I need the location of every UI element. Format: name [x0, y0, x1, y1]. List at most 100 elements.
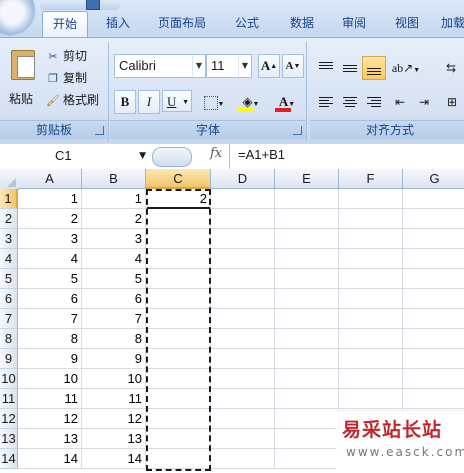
cell-f2[interactable] [339, 209, 403, 229]
italic-button[interactable]: I [138, 90, 160, 114]
tab-view[interactable]: 视图 [386, 11, 428, 35]
insert-function-icon[interactable]: fx [210, 146, 222, 161]
cell-d13[interactable] [211, 429, 275, 449]
cell-g4[interactable] [403, 249, 464, 269]
cell-g6[interactable] [403, 289, 464, 309]
chevron-down-icon[interactable]: ▼ [238, 55, 251, 77]
increase-indent-button[interactable]: ⇥ [412, 90, 436, 114]
cell-b9[interactable]: 9 [82, 349, 146, 369]
font-dialog-launcher-icon[interactable] [293, 126, 302, 135]
tab-review[interactable]: 审阅 [333, 11, 375, 35]
cell-b2[interactable]: 2 [82, 209, 146, 229]
cell-b4[interactable]: 4 [82, 249, 146, 269]
cell-f9[interactable] [339, 349, 403, 369]
row-header-7[interactable]: 7 [0, 309, 18, 329]
font-name-combo[interactable]: Calibri ▼ [114, 54, 206, 78]
cell-g11[interactable] [403, 389, 464, 409]
column-header-c[interactable]: C [146, 169, 211, 189]
cell-b13[interactable]: 13 [82, 429, 146, 449]
cell-a3[interactable]: 3 [18, 229, 82, 249]
chevron-down-icon[interactable]: ▼ [253, 100, 260, 108]
cell-d1[interactable] [211, 189, 275, 209]
tab-formulas[interactable]: 公式 [226, 11, 268, 35]
cell-g5[interactable] [403, 269, 464, 289]
cell-a12[interactable]: 12 [18, 409, 82, 429]
format-painter-button[interactable]: 🖌 格式刷 [46, 91, 99, 109]
row-header-2[interactable]: 2 [0, 209, 18, 229]
chevron-down-icon[interactable]: ▼ [218, 100, 225, 108]
cell-d4[interactable] [211, 249, 275, 269]
shrink-font-button[interactable]: A▼ [282, 54, 304, 78]
cell-a13[interactable]: 13 [18, 429, 82, 449]
chevron-down-icon[interactable]: ▼ [139, 146, 146, 166]
chevron-down-icon[interactable]: ▼ [192, 55, 205, 77]
align-right-button[interactable] [362, 90, 386, 114]
name-box[interactable]: C1 ▼ [0, 146, 150, 166]
cell-e3[interactable] [275, 229, 339, 249]
cell-a6[interactable]: 6 [18, 289, 82, 309]
column-header-e[interactable]: E [275, 169, 339, 189]
formula-bar-expander[interactable] [152, 147, 192, 167]
wrap-text-button[interactable]: ⇆ [438, 56, 464, 80]
bold-button[interactable]: B [114, 90, 136, 114]
cell-e10[interactable] [275, 369, 339, 389]
cell-e12[interactable] [275, 409, 339, 429]
cell-f11[interactable] [339, 389, 403, 409]
cell-e7[interactable] [275, 309, 339, 329]
formula-input[interactable]: =A1+B1 [238, 147, 285, 162]
cell-b10[interactable]: 10 [82, 369, 146, 389]
row-header-4[interactable]: 4 [0, 249, 18, 269]
borders-button[interactable]: ▼ [198, 90, 230, 114]
cell-a11[interactable]: 11 [18, 389, 82, 409]
cell-e11[interactable] [275, 389, 339, 409]
row-header-6[interactable]: 6 [0, 289, 18, 309]
cell-a9[interactable]: 9 [18, 349, 82, 369]
office-button[interactable] [0, 0, 34, 34]
cell-d7[interactable] [211, 309, 275, 329]
row-header-1[interactable]: 1 [0, 189, 18, 209]
align-left-button[interactable] [314, 90, 338, 114]
cell-d14[interactable] [211, 449, 275, 469]
chevron-down-icon[interactable]: ▼ [288, 100, 295, 108]
cell-a14[interactable]: 14 [18, 449, 82, 469]
grow-font-button[interactable]: A▲ [258, 54, 280, 78]
tab-page-layout[interactable]: 页面布局 [152, 11, 212, 35]
select-all-button[interactable] [0, 169, 19, 190]
cell-d10[interactable] [211, 369, 275, 389]
cell-a10[interactable]: 10 [18, 369, 82, 389]
cell-e1[interactable] [275, 189, 339, 209]
cell-a2[interactable]: 2 [18, 209, 82, 229]
cell-b12[interactable]: 12 [82, 409, 146, 429]
column-header-d[interactable]: D [211, 169, 275, 189]
row-header-11[interactable]: 11 [0, 389, 18, 409]
paste-button[interactable]: 粘贴 [4, 48, 38, 112]
cell-d6[interactable] [211, 289, 275, 309]
cell-f8[interactable] [339, 329, 403, 349]
cell-b14[interactable]: 14 [82, 449, 146, 469]
cell-f6[interactable] [339, 289, 403, 309]
cell-f1[interactable] [339, 189, 403, 209]
fill-color-button[interactable]: ◈▼ [234, 90, 268, 114]
cell-e4[interactable] [275, 249, 339, 269]
cell-e8[interactable] [275, 329, 339, 349]
cell-a5[interactable]: 5 [18, 269, 82, 289]
align-center-button[interactable] [338, 90, 362, 114]
cell-g10[interactable] [403, 369, 464, 389]
cell-e14[interactable] [275, 449, 339, 469]
save-icon[interactable] [86, 0, 100, 10]
row-header-10[interactable]: 10 [0, 369, 18, 389]
cell-b8[interactable]: 8 [82, 329, 146, 349]
cell-d5[interactable] [211, 269, 275, 289]
copy-button[interactable]: ❐ 复制 [46, 69, 87, 87]
cell-f3[interactable] [339, 229, 403, 249]
row-header-9[interactable]: 9 [0, 349, 18, 369]
cell-d11[interactable] [211, 389, 275, 409]
cell-d8[interactable] [211, 329, 275, 349]
cell-a4[interactable]: 4 [18, 249, 82, 269]
tab-insert[interactable]: 插入 [96, 11, 140, 35]
bottom-align-button[interactable] [362, 56, 386, 80]
cell-a8[interactable]: 8 [18, 329, 82, 349]
cell-g8[interactable] [403, 329, 464, 349]
cell-d2[interactable] [211, 209, 275, 229]
row-header-14[interactable]: 14 [0, 449, 18, 469]
